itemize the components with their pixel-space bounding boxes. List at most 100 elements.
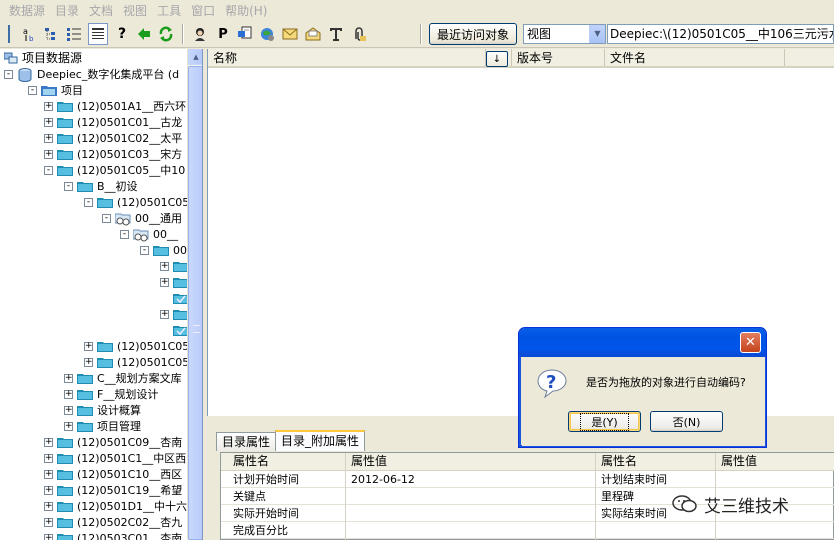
tree-item[interactable]: + F__规划设计	[64, 386, 158, 402]
tree-view-icon[interactable]	[42, 23, 62, 45]
help-icon[interactable]: ?	[112, 23, 132, 45]
list-view-icon[interactable]	[64, 23, 84, 45]
tree-item[interactable]: + (12)0502C02__杏九	[44, 514, 182, 530]
folder-icon	[77, 388, 93, 400]
scroll-thumb[interactable]	[188, 66, 202, 540]
path-field[interactable]: Deepiec:\(12)0501C05__中106三元污水	[607, 24, 834, 44]
details-view-icon[interactable]	[88, 23, 108, 45]
tree-item-label: C__规划方案文库	[97, 372, 182, 385]
p-icon[interactable]: P	[213, 23, 233, 45]
scroll-up-arrow-icon[interactable]: ▲	[188, 49, 202, 65]
tree-item-label: 00__	[153, 227, 178, 241]
expand-icon[interactable]: +	[84, 341, 93, 351]
sort-az-icon[interactable]: ab	[20, 23, 40, 45]
expand-icon[interactable]: +	[44, 453, 53, 463]
property-value[interactable]: 2012-06-12	[345, 471, 415, 488]
tree-item[interactable]: + (12)0501C01__古龙	[44, 114, 182, 130]
tree-item[interactable]: - 项目	[28, 82, 83, 98]
property-row[interactable]: 完成百分比	[221, 522, 834, 539]
expand-icon[interactable]: +	[64, 373, 73, 383]
expand-icon[interactable]: +	[44, 533, 53, 540]
column-version[interactable]: 版本号	[512, 49, 605, 66]
envelope-icon[interactable]	[280, 23, 300, 45]
expand-icon[interactable]: +	[44, 517, 53, 527]
collapse-icon[interactable]: -	[102, 213, 111, 223]
tree-item[interactable]: - 00__	[120, 226, 178, 242]
expand-icon[interactable]: +	[64, 421, 73, 431]
tree-item[interactable]: - B__初设	[64, 178, 138, 194]
tree-item[interactable]: + (12)0501C09__杏南	[44, 434, 182, 450]
collapse-icon[interactable]: -	[28, 85, 37, 95]
tree-item[interactable]: + (12)0501D1__中十六	[44, 498, 187, 514]
close-icon[interactable]: ✕	[740, 332, 761, 353]
tree-item[interactable]: - (12)0501C05	[84, 194, 189, 210]
tree-item[interactable]: + (12)0501C1__中区西	[44, 450, 186, 466]
globe-settings-icon[interactable]	[257, 23, 277, 45]
tree-item-label: (12)0501C05__中10	[77, 164, 186, 177]
tree-item[interactable]: + (12)0501C03__宋方	[44, 146, 182, 162]
tree-item[interactable]: + (12)0501A1__西六环	[44, 98, 186, 114]
tree-item[interactable]: - 00	[140, 242, 187, 258]
collapse-icon[interactable]: -	[140, 245, 149, 255]
expand-icon[interactable]: +	[64, 405, 73, 415]
dialog-titlebar[interactable]: ✕	[519, 328, 766, 357]
expand-icon[interactable]: +	[84, 357, 93, 367]
svg-text:b: b	[29, 35, 34, 42]
text-tool-icon[interactable]	[326, 23, 346, 45]
chevron-down-icon[interactable]: ▼	[589, 25, 605, 43]
expand-icon[interactable]: +	[160, 277, 169, 287]
expand-icon[interactable]: +	[44, 469, 53, 479]
tree-item[interactable]: + 项目管理	[64, 418, 141, 434]
no-button[interactable]: 否(N)	[650, 411, 723, 432]
yes-button[interactable]: 是(Y)	[568, 411, 641, 432]
back-arrow-icon[interactable]	[134, 23, 154, 45]
tree-item[interactable]: + (12)0501C10__西区	[44, 466, 182, 482]
view-select[interactable]: 视图 ▼	[523, 24, 606, 44]
expand-icon[interactable]: +	[160, 309, 169, 319]
tree-item[interactable]: - (12)0501C05__中10	[44, 162, 185, 178]
collapse-icon[interactable]: -	[84, 197, 93, 207]
refresh-icon[interactable]	[156, 23, 176, 45]
tree-item[interactable]: + 设计概算	[64, 402, 141, 418]
sort-down-arrow-icon[interactable]: ↓	[486, 51, 508, 67]
collapse-icon[interactable]: -	[120, 229, 129, 239]
menu-item[interactable]: 文档	[84, 2, 118, 19]
property-row[interactable]: 计划开始时间 2012-06-12 计划结束时间	[221, 471, 834, 488]
recent-objects-button[interactable]: 最近访问对象	[429, 23, 517, 45]
column-filename[interactable]: 文件名	[605, 49, 785, 66]
tree-item[interactable]: - 00__通用	[102, 210, 182, 226]
expand-icon[interactable]: +	[44, 101, 53, 111]
tree-scrollbar[interactable]: ▲	[187, 49, 202, 540]
expand-icon[interactable]: +	[44, 485, 53, 495]
open-mail-icon[interactable]	[303, 23, 323, 45]
collapse-icon[interactable]: -	[44, 165, 53, 175]
tree-item[interactable]: + (12)0501C05	[84, 338, 189, 354]
menu-item[interactable]: 目录	[50, 2, 84, 19]
menu-item[interactable]: 帮助(H)	[220, 2, 272, 19]
user-icon[interactable]	[190, 23, 210, 45]
collapse-icon[interactable]: -	[4, 69, 13, 79]
attach-icon[interactable]	[349, 23, 369, 45]
expand-icon[interactable]: +	[44, 117, 53, 127]
tree-item[interactable]: + (12)0501C19__希望	[44, 482, 182, 498]
expand-icon[interactable]: +	[160, 261, 169, 271]
expand-icon[interactable]: +	[44, 437, 53, 447]
expand-icon[interactable]: +	[44, 501, 53, 511]
menu-item[interactable]: 视图	[118, 2, 152, 19]
menu-item[interactable]: 窗口	[186, 2, 220, 19]
tree-item[interactable]: - Deepiec_数字化集成平台 (d	[4, 66, 179, 82]
document-link-icon[interactable]	[235, 23, 255, 45]
expand-icon[interactable]: +	[64, 389, 73, 399]
expand-icon[interactable]: +	[44, 149, 53, 159]
tab-additional-properties[interactable]: 目录_附加属性	[275, 430, 366, 451]
column-name[interactable]: 名称	[208, 49, 486, 66]
collapse-icon[interactable]: -	[64, 181, 73, 191]
tree-item[interactable]: + C__规划方案文库	[64, 370, 182, 386]
tree-item[interactable]: + (12)0503C01__杏南	[44, 530, 182, 540]
expand-icon[interactable]: +	[44, 133, 53, 143]
tree-item[interactable]: + (12)0501C02__太平	[44, 130, 182, 146]
tab-directory-properties[interactable]: 目录属性	[216, 432, 277, 451]
menu-item[interactable]: 工具	[152, 2, 186, 19]
menu-item[interactable]: 数据源	[4, 2, 50, 19]
tree-item[interactable]: + (12)0501C05	[84, 354, 189, 370]
